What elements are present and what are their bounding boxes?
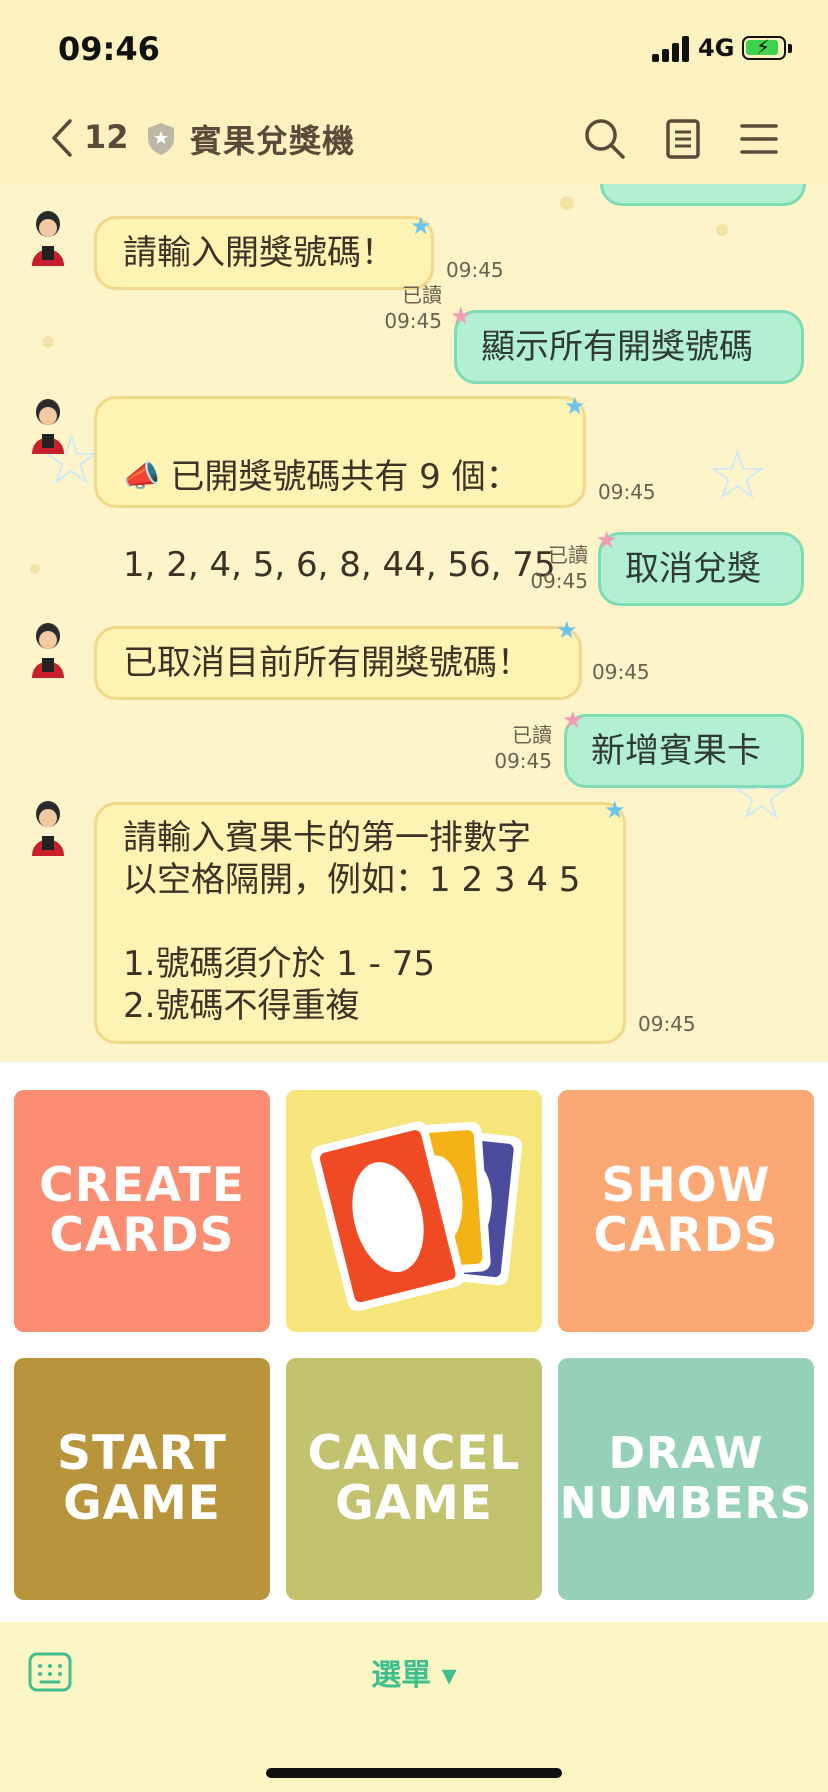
star-badge-icon: ★ [410, 212, 432, 240]
line-chat-screen: 09:46 4G ⚡ 12 賓果兌獎機 ☆ ☆ ☆ 請輸入開獎號碼！ ★ 09:… [0, 0, 828, 1792]
status-bar: 09:46 4G ⚡ [0, 0, 828, 96]
message-bubble-incoming: 請輸入賓果卡的第一排數字 以空格隔開，例如：1 2 3 4 5 1.號碼須介於 … [94, 802, 626, 1044]
background-dot [560, 196, 574, 210]
star-badge-icon: ★ [450, 302, 472, 330]
bot-avatar-icon [32, 623, 64, 678]
signal-icon [652, 36, 692, 62]
message-bubble-outgoing-partial [600, 184, 806, 206]
notes-icon[interactable] [660, 116, 706, 162]
bot-avatar-icon [32, 399, 64, 454]
playing-cards-tile[interactable] [286, 1090, 542, 1332]
bot-avatar-icon [32, 801, 64, 856]
message-bubble-outgoing: 取消兌獎 [598, 532, 804, 606]
message-line: 1, 2, 4, 5, 6, 8, 44, 56, 75 [123, 545, 556, 585]
cancel-game-button[interactable]: CANCEL GAME [286, 1358, 542, 1600]
read-receipt: 已讀 09:45 [494, 723, 552, 773]
message-bubble-incoming: 已取消目前所有開獎號碼！ [94, 626, 582, 700]
star-badge-icon: ★ [562, 706, 584, 734]
battery-icon: ⚡ [742, 35, 792, 60]
home-indicator [266, 1768, 562, 1778]
bot-avatar-icon [32, 211, 64, 266]
background-dot [30, 564, 40, 574]
star-badge-icon: ★ [556, 616, 578, 644]
read-receipt: 已讀 09:45 [530, 543, 588, 593]
create-cards-button[interactable]: CREATE CARDS [14, 1090, 270, 1332]
network-type: 4G [698, 34, 735, 62]
hamburger-menu-icon[interactable] [736, 116, 782, 162]
message-bubble-outgoing: 新增賓果卡 [564, 714, 804, 788]
read-receipt: 已讀 09:45 [384, 283, 442, 333]
chat-messages[interactable]: ☆ ☆ ☆ 請輸入開獎號碼！ ★ 09:45 已讀 09:45 顯示所有開獎號碼… [0, 184, 828, 1062]
rich-menu-toggle[interactable]: 選單 ▾ [0, 1650, 828, 1694]
message-time: 09:45 [446, 258, 504, 282]
chat-header: 12 賓果兌獎機 [0, 96, 828, 184]
message-time: 09:45 [592, 660, 650, 684]
chat-title: 賓果兌獎機 [190, 122, 356, 160]
background-dot [716, 224, 728, 236]
star-badge-icon: ★ [596, 526, 618, 554]
status-time: 09:46 [58, 30, 160, 68]
background-dot [42, 336, 54, 348]
start-game-button[interactable]: START GAME [14, 1358, 270, 1600]
unread-count[interactable]: 12 [84, 118, 129, 156]
background-star-icon: ☆ [706, 434, 769, 516]
megaphone-icon: 📣 [123, 459, 161, 494]
rich-menu: CREATE CARDS SHOW CARDS START GAME CANCE… [0, 1062, 828, 1622]
star-badge-icon: ★ [604, 796, 626, 824]
draw-numbers-button[interactable]: DRAW NUMBERS [558, 1358, 814, 1600]
bottom-bar: 選單 ▾ [0, 1622, 828, 1792]
message-line: 已開獎號碼共有 9 個： [170, 457, 520, 497]
message-bubble-outgoing: 顯示所有開獎號碼 [454, 310, 804, 384]
shield-icon [148, 123, 174, 155]
playing-cards-icon [311, 1121, 523, 1312]
star-badge-icon: ★ [564, 392, 586, 420]
message-time: 09:45 [598, 480, 656, 504]
message-bubble-incoming: 請輸入開獎號碼！ [94, 216, 434, 290]
message-bubble-incoming: 📣 已開獎號碼共有 9 個： 1, 2, 4, 5, 6, 8, 44, 56,… [94, 396, 586, 585]
show-cards-button[interactable]: SHOW CARDS [558, 1090, 814, 1332]
search-icon[interactable] [582, 116, 628, 162]
back-chevron-icon[interactable] [50, 118, 74, 158]
message-time: 09:45 [638, 1012, 696, 1036]
